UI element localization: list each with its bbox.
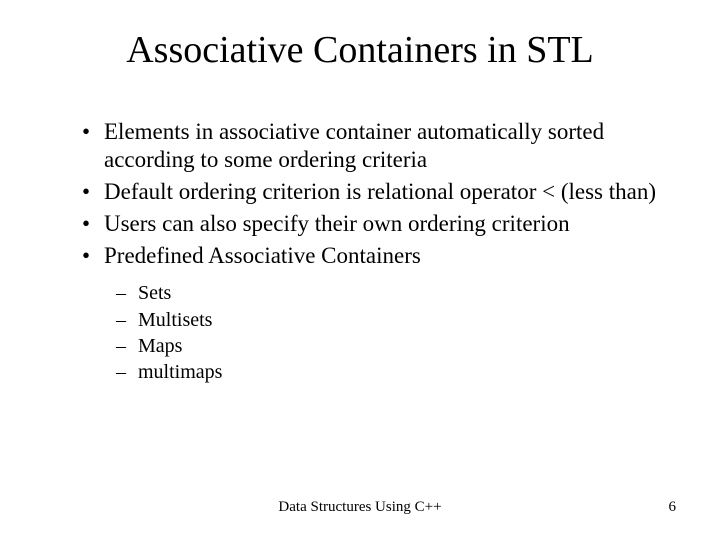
bullet-item: Default ordering criterion is relational…: [82, 178, 660, 206]
bullet-item: Elements in associative container automa…: [82, 118, 660, 174]
sub-bullet-list: Sets Multisets Maps multimaps: [82, 280, 660, 386]
bullet-list: Elements in associative container automa…: [82, 118, 660, 270]
footer-text: Data Structures Using C++: [0, 499, 720, 516]
sub-bullet-item: Multisets: [116, 307, 660, 333]
slide: Associative Containers in STL Elements i…: [0, 0, 720, 540]
sub-bullet-item: Sets: [116, 280, 660, 306]
slide-body: Elements in associative container automa…: [82, 118, 660, 386]
bullet-item: Users can also specify their own orderin…: [82, 210, 660, 238]
sub-bullet-item: multimaps: [116, 359, 660, 385]
page-number: 6: [669, 499, 677, 516]
slide-title: Associative Containers in STL: [0, 28, 720, 72]
bullet-item: Predefined Associative Containers: [82, 242, 660, 270]
sub-bullet-item: Maps: [116, 333, 660, 359]
